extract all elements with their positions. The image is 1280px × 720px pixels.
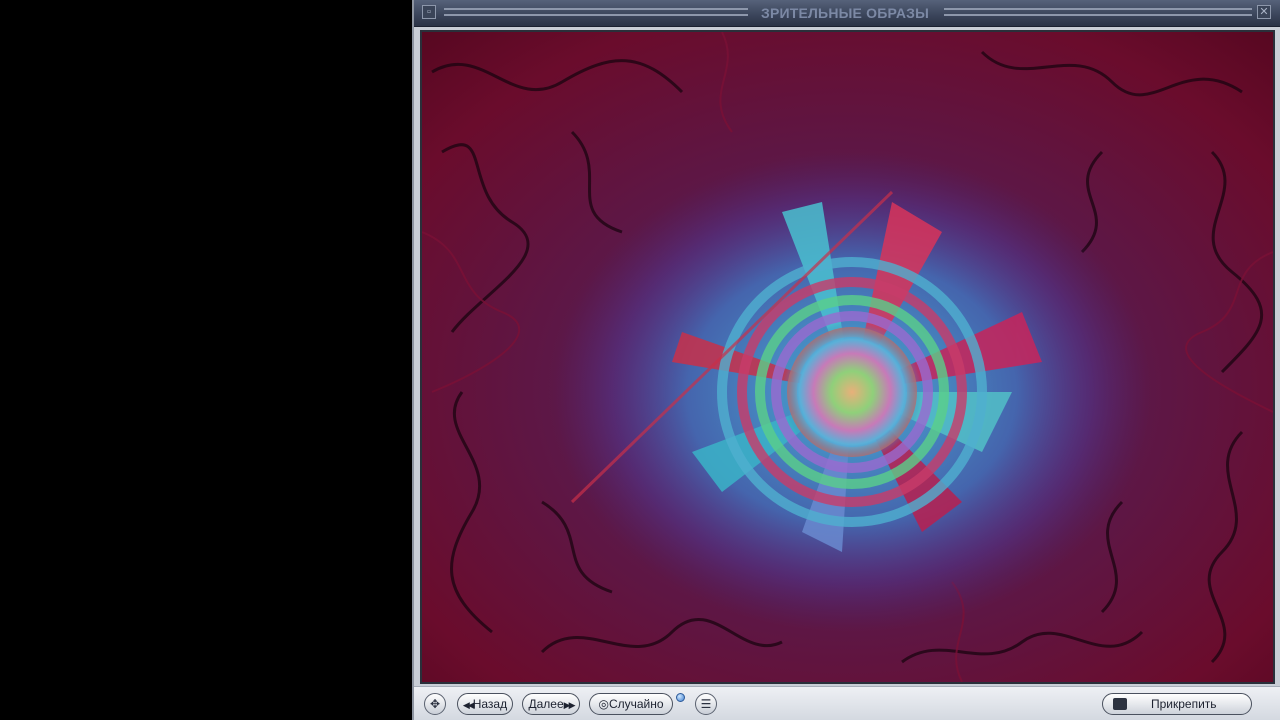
visualization-window: ▫ ЗРИТЕЛЬНЫЕ ОБРАЗЫ ✕ ✥ ◀◀Назад Далее▶▶ …	[412, 0, 1280, 720]
shuffle-icon: ◎	[598, 697, 609, 711]
move-icon[interactable]: ✥	[424, 693, 446, 715]
title-grip-left	[444, 8, 748, 16]
forward-icon: ▶▶	[563, 700, 576, 710]
window-title: ЗРИТЕЛЬНЫЕ ОБРАЗЫ	[760, 5, 930, 21]
list-icon[interactable]: ☰	[695, 693, 717, 715]
screen: ▫ ЗРИТЕЛЬНЫЕ ОБРАЗЫ ✕ ✥ ◀◀Назад Далее▶▶ …	[0, 0, 1280, 720]
visualization-image	[422, 32, 1273, 682]
dock-icon	[1113, 698, 1127, 710]
close-icon[interactable]: ✕	[1257, 5, 1271, 19]
window-menu-icon[interactable]: ▫	[422, 5, 436, 19]
random-button[interactable]: ◎Случайно	[589, 693, 673, 715]
visualization-canvas	[420, 30, 1275, 684]
next-label: Далее	[528, 697, 564, 711]
title-grip-right	[944, 8, 1252, 16]
title-bar[interactable]: ▫ ЗРИТЕЛЬНЫЕ ОБРАЗЫ ✕	[414, 0, 1280, 27]
back-button[interactable]: ◀◀Назад	[457, 693, 513, 715]
rewind-icon: ◀◀	[462, 700, 475, 710]
dock-button[interactable]: Прикрепить	[1102, 693, 1252, 715]
random-indicator-icon	[676, 693, 685, 702]
next-button[interactable]: Далее▶▶	[522, 693, 580, 715]
bottom-toolbar: ✥ ◀◀Назад Далее▶▶ ◎Случайно ☰ Прикрепить	[414, 686, 1280, 720]
random-label: Случайно	[608, 697, 664, 711]
dock-label: Прикрепить	[1151, 697, 1217, 711]
back-label: Назад	[472, 697, 508, 711]
